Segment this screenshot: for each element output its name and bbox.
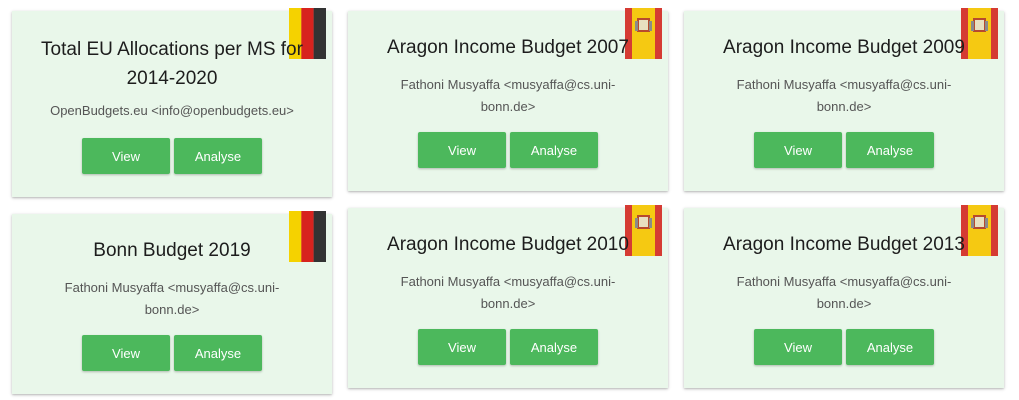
card-title: Aragon Income Budget 2013 <box>723 234 965 255</box>
dataset-card: Total EU Allocations per MS for 2014-202… <box>12 8 332 197</box>
card-actions: View Analyse <box>684 329 1004 365</box>
card-title: Total EU Allocations per MS for 2014-202… <box>41 39 303 89</box>
card-owner: Fathoni Musyaffa <musyaffa@cs.uni-bonn.d… <box>400 274 616 311</box>
dataset-card: Aragon Income Budget 2010 Fathoni Musyaf… <box>348 205 668 388</box>
dataset-card: Bonn Budget 2019 Fathoni Musyaffa <musya… <box>12 211 332 394</box>
analyse-button[interactable]: Analyse <box>846 132 934 168</box>
dataset-card: Aragon Income Budget 2007 Fathoni Musyaf… <box>348 8 668 191</box>
view-button[interactable]: View <box>754 329 842 365</box>
card-owner: Fathoni Musyaffa <musyaffa@cs.uni-bonn.d… <box>736 77 952 114</box>
view-button[interactable]: View <box>754 132 842 168</box>
analyse-button[interactable]: Analyse <box>510 132 598 168</box>
card-actions: View Analyse <box>12 138 332 174</box>
card-actions: View Analyse <box>12 335 332 371</box>
card-owner: Fathoni Musyaffa <musyaffa@cs.uni-bonn.d… <box>64 280 280 317</box>
dataset-card: Aragon Income Budget 2013 Fathoni Musyaf… <box>684 205 1004 388</box>
card-title: Bonn Budget 2019 <box>93 240 251 261</box>
card-title: Aragon Income Budget 2009 <box>723 37 965 58</box>
card-actions: View Analyse <box>348 132 668 168</box>
dataset-card: Aragon Income Budget 2009 Fathoni Musyaf… <box>684 8 1004 191</box>
card-title: Aragon Income Budget 2010 <box>387 234 629 255</box>
card-actions: View Analyse <box>348 329 668 365</box>
analyse-button[interactable]: Analyse <box>174 335 262 371</box>
view-button[interactable]: View <box>82 335 170 371</box>
card-owner: Fathoni Musyaffa <musyaffa@cs.uni-bonn.d… <box>736 274 952 311</box>
card-owner: Fathoni Musyaffa <musyaffa@cs.uni-bonn.d… <box>400 77 616 114</box>
dataset-grid: Total EU Allocations per MS for 2014-202… <box>0 0 1019 400</box>
card-actions: View Analyse <box>684 132 1004 168</box>
analyse-button[interactable]: Analyse <box>174 138 262 174</box>
view-button[interactable]: View <box>82 138 170 174</box>
view-button[interactable]: View <box>418 329 506 365</box>
analyse-button[interactable]: Analyse <box>846 329 934 365</box>
card-owner: OpenBudgets.eu <info@openbudgets.eu> <box>50 103 294 118</box>
analyse-button[interactable]: Analyse <box>510 329 598 365</box>
view-button[interactable]: View <box>418 132 506 168</box>
card-title: Aragon Income Budget 2007 <box>387 37 629 58</box>
